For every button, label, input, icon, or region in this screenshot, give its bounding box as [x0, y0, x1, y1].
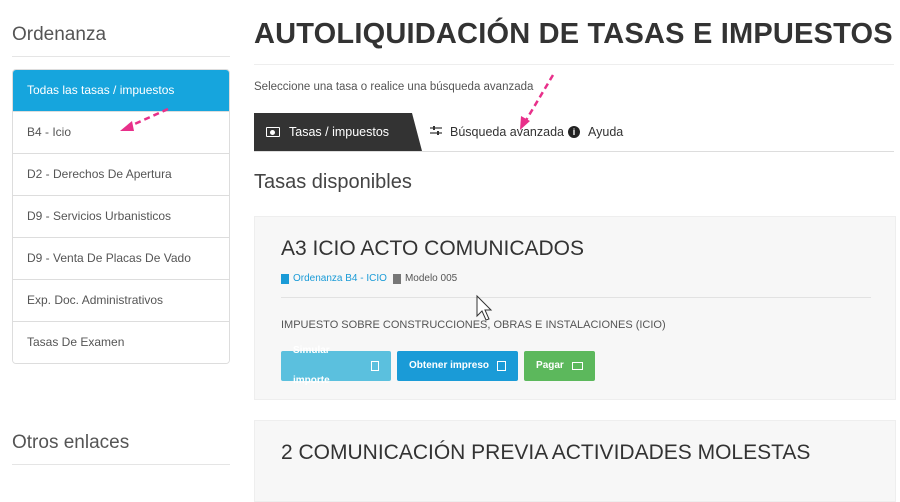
sidebar-title: Ordenanza [12, 0, 230, 57]
sidebar-item-exp-doc[interactable]: Exp. Doc. Administrativos [13, 279, 229, 321]
tab-ayuda[interactable]: i Ayuda [568, 113, 623, 151]
sidebar-item-tasas-examen[interactable]: Tasas De Examen [13, 321, 229, 363]
section-title: Tasas disponibles [254, 171, 412, 193]
sidebar-item-d9-placas[interactable]: D9 - Venta De Placas De Vado [13, 237, 229, 279]
sidebar-item-d9-servicios[interactable]: D9 - Servicios Urbanisticos [13, 195, 229, 237]
tab-label: Tasas / impuestos [289, 125, 390, 139]
simular-importe-button[interactable]: Simular importe [281, 345, 391, 386]
pagar-button[interactable]: Pagar [524, 351, 595, 381]
obtener-impreso-button[interactable]: Obtener impreso [397, 351, 519, 381]
button-label: Simular importe [293, 345, 330, 386]
sidebar-item-d2[interactable]: D2 - Derechos De Apertura [13, 153, 229, 195]
card-description: IMPUESTO SOBRE CONSTRUCCIONES, OBRAS E I… [281, 319, 666, 331]
button-label: Obtener impreso [409, 360, 490, 371]
sidebar: Ordenanza Todas las tasas / impuestos B4… [12, 0, 230, 465]
tax-card: A3 ICIO ACTO COMUNICADOS Ordenanza B4 - … [254, 216, 896, 400]
document-icon [281, 273, 289, 284]
card-divider [281, 297, 871, 298]
button-label: Pagar [536, 360, 564, 371]
title-divider [254, 64, 894, 65]
card-payment-icon [571, 362, 583, 370]
ordenanza-link[interactable]: Ordenanza B4 - ICIO [293, 273, 387, 284]
card-title: 2 COMUNICACIÓN PREVIA ACTIVIDADES MOLEST… [281, 441, 811, 464]
calculator-icon [370, 361, 379, 371]
tab-bar: Tasas / impuestos Búsqueda avanzada i Ay… [254, 113, 894, 152]
sidebar-item-b4-icio[interactable]: B4 - Icio [13, 111, 229, 153]
tab-busqueda-avanzada[interactable]: Búsqueda avanzada [430, 113, 564, 151]
sliders-icon [430, 113, 442, 151]
card-actions: Simular importe Obtener impreso Pagar [281, 345, 595, 386]
money-icon [266, 127, 280, 137]
card-title: A3 ICIO ACTO COMUNICADOS [281, 237, 584, 260]
page-subtitle: Seleccione una tasa o realice una búsque… [254, 81, 534, 93]
tab-label: Ayuda [588, 125, 624, 139]
page-title: AUTOLIQUIDACIÓN DE TASAS E IMPUESTOS [254, 18, 893, 50]
pdf-icon [497, 361, 507, 371]
modelo-label: Modelo 005 [404, 273, 458, 284]
sidebar-list: Todas las tasas / impuestos B4 - Icio D2… [12, 69, 230, 364]
document-icon [392, 273, 401, 284]
other-links-title: Otros enlaces [12, 432, 230, 465]
tab-label: Búsqueda avanzada [450, 125, 564, 139]
info-icon: i [568, 126, 580, 138]
tab-tasas-impuestos[interactable]: Tasas / impuestos [254, 113, 422, 151]
card-meta: Ordenanza B4 - ICIO Modelo 005 [281, 273, 457, 284]
sidebar-item-all[interactable]: Todas las tasas / impuestos [13, 70, 229, 111]
